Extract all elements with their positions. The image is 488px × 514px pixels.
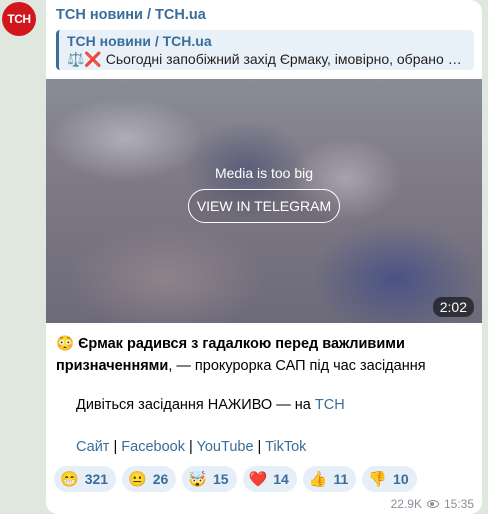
reaction-neutral[interactable]: 😐 26 — [122, 466, 177, 492]
media-too-big-notice: Media is too big — [214, 165, 314, 181]
message-time: 15:35 — [443, 497, 474, 511]
message-meta: 22.9K 15:35 — [391, 497, 474, 511]
thumbs-up-emoji-icon: 👍 — [308, 471, 328, 488]
message-text: 😳 Єрмак радився з гадалкою перед важливи… — [56, 333, 476, 377]
message-bubble: ТСН новини / TCH.ua ТСН новини / TCH.ua … — [46, 0, 482, 514]
reaction-mind-blown[interactable]: 🤯 15 — [182, 466, 237, 492]
reaction-grin[interactable]: 😁 321 — [54, 466, 117, 492]
eye-icon — [426, 500, 439, 508]
link-separator: | — [109, 439, 122, 455]
tsn-link[interactable]: ТСН — [315, 397, 345, 413]
watch-live-line: Дивіться засідання НАЖИВО — на ТСН — [76, 397, 345, 413]
neutral-face-emoji-icon: 😐 — [128, 471, 147, 488]
reaction-thumbs-down[interactable]: 👎 10 — [362, 466, 417, 492]
reaction-heart[interactable]: ❤️ 14 — [242, 466, 297, 492]
reaction-thumbs-up[interactable]: 👍 11 — [302, 466, 357, 492]
link-separator: | — [184, 439, 197, 455]
reaction-count: 14 — [273, 471, 289, 487]
video-preview[interactable]: Media is too big VIEW IN TELEGRAM 2:02 — [46, 79, 482, 323]
channel-avatar[interactable]: ТСН — [2, 2, 36, 36]
reaction-count: 15 — [213, 471, 229, 487]
reaction-count: 321 — [84, 471, 109, 487]
reactions-bar: 😁 321 😐 26 🤯 15 ❤️ 14 👍 11 👎 10 — [54, 466, 417, 492]
reply-text: ⚖️❌ Сьогодні запобіжний захід Єрмаку, ім… — [67, 51, 466, 67]
social-links: Сайт | Facebook | YouTube | TikTok — [76, 439, 306, 455]
heart-emoji-icon: ❤️ — [248, 471, 268, 488]
channel-name[interactable]: ТСН новини / TCH.ua — [56, 7, 206, 23]
link-tiktok[interactable]: TikTok — [265, 439, 306, 455]
flushed-emoji-icon: 😳 — [56, 336, 75, 352]
link-site[interactable]: Сайт — [76, 439, 109, 455]
grin-emoji-icon: 😁 — [60, 471, 79, 488]
thumbs-down-emoji-icon: 👎 — [368, 471, 388, 488]
reaction-count: 26 — [152, 471, 169, 487]
reaction-count: 11 — [333, 471, 349, 487]
avatar-text: ТСН — [7, 12, 31, 26]
video-duration: 2:02 — [432, 297, 474, 317]
view-in-telegram-button[interactable]: VIEW IN TELEGRAM — [188, 189, 340, 223]
mind-blown-emoji-icon: 🤯 — [188, 471, 207, 488]
message-rest-text: , — прокурорка САП під час засідання — [168, 358, 426, 374]
link-separator: | — [253, 439, 266, 455]
link-youtube[interactable]: YouTube — [197, 439, 254, 455]
link-facebook[interactable]: Facebook — [121, 439, 185, 455]
watch-live-text: Дивіться засідання НАЖИВО — на — [76, 397, 315, 413]
view-count: 22.9K — [390, 497, 422, 511]
reply-preview[interactable]: ТСН новини / TCH.ua ⚖️❌ Сьогодні запобіж… — [56, 30, 474, 70]
reaction-count: 10 — [393, 471, 409, 487]
reply-title: ТСН новини / TCH.ua — [67, 33, 212, 49]
